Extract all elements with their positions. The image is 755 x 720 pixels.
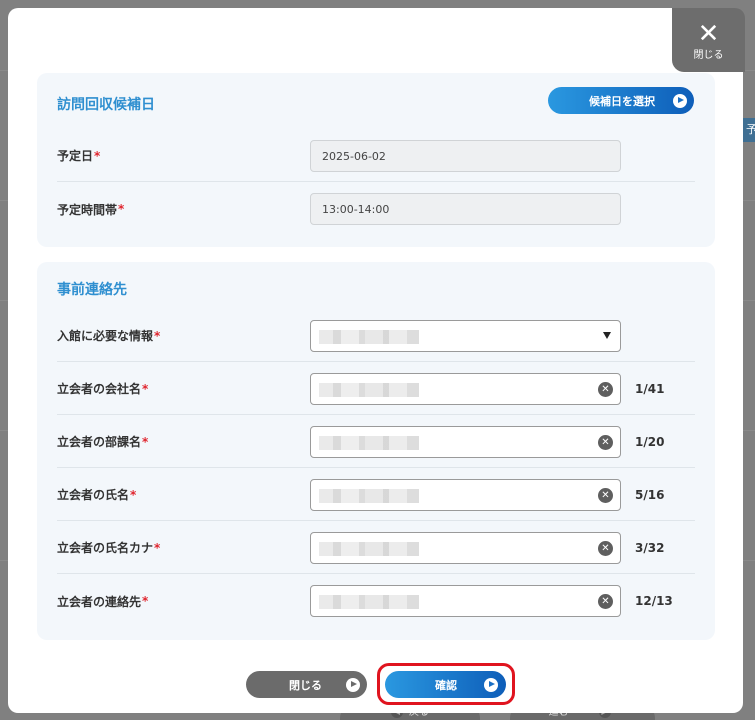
char-counter: 5/16 [635, 488, 665, 502]
form-row-department: 立会者の部課名 * ✕ 1/20 [57, 416, 695, 468]
department-label: 立会者の部課名 [57, 435, 142, 449]
required-mark: * [142, 381, 149, 396]
redacted-value [319, 383, 419, 397]
char-counter: 12/13 [635, 594, 673, 608]
close-icon: ✕ [697, 19, 720, 49]
confirm-button[interactable]: 確認 [385, 671, 506, 698]
form-row-time: 予定時間帯 * 13:00-14:00 [57, 183, 695, 235]
caret-down-icon [603, 332, 611, 339]
required-mark: * [142, 434, 149, 449]
required-mark: * [154, 328, 161, 343]
close-label: 閉じる [693, 50, 724, 61]
play-circle-icon [673, 93, 687, 108]
date-label: 予定日 [57, 149, 94, 163]
clear-icon[interactable]: ✕ [598, 435, 613, 450]
required-mark: * [154, 540, 161, 555]
background-tab: 予 [743, 118, 755, 142]
char-counter: 1/20 [635, 435, 665, 449]
phone-input[interactable]: ✕ [310, 585, 621, 617]
form-row-date: 予定日 * 2025-06-02 [57, 130, 695, 182]
redacted-value [319, 330, 419, 344]
clear-icon[interactable]: ✕ [598, 541, 613, 556]
company-input[interactable]: ✕ [310, 373, 621, 405]
redacted-value [319, 489, 419, 503]
name-kana-label: 立会者の氏名カナ [57, 541, 154, 555]
phone-label: 立会者の連絡先 [57, 594, 142, 609]
contact-section: 事前連絡先 入館に必要な情報 * 立会者の会社名 * ✕ 1/41 立会者の部課名 *… [37, 262, 715, 640]
form-row-entry-info: 入館に必要な情報 * [57, 310, 695, 362]
section-title-contact: 事前連絡先 [57, 282, 127, 298]
modal-close-button[interactable]: ✕ 閉じる [672, 8, 745, 72]
play-circle-icon [484, 677, 498, 692]
required-mark: * [130, 487, 137, 502]
form-row-name: 立会者の氏名 * ✕ 5/16 [57, 469, 695, 521]
clear-icon[interactable]: ✕ [598, 488, 613, 503]
select-candidate-date-button[interactable]: 候補日を選択 [548, 87, 694, 114]
form-row-name-kana: 立会者の氏名カナ * ✕ 3/32 [57, 522, 695, 574]
name-kana-input[interactable]: ✕ [310, 532, 621, 564]
entry-info-select[interactable] [310, 320, 621, 352]
required-mark: * [118, 202, 125, 216]
play-circle-icon [346, 677, 360, 692]
section-title-visit: 訪問回収候補日 [57, 97, 155, 113]
char-counter: 1/41 [635, 382, 665, 396]
redacted-value [319, 436, 419, 450]
name-label: 立会者の氏名 [57, 488, 130, 502]
clear-icon[interactable]: ✕ [598, 382, 613, 397]
clear-icon[interactable]: ✕ [598, 594, 613, 609]
required-mark: * [94, 148, 101, 163]
department-input[interactable]: ✕ [310, 426, 621, 458]
name-input[interactable]: ✕ [310, 479, 621, 511]
form-row-phone: 立会者の連絡先 * ✕ 12/13 [57, 575, 695, 627]
char-counter: 3/32 [635, 541, 665, 555]
time-field: 13:00-14:00 [310, 193, 621, 225]
time-label: 予定時間帯 [57, 202, 118, 217]
date-field: 2025-06-02 [310, 140, 621, 172]
redacted-value [319, 595, 419, 609]
visit-date-section: 訪問回収候補日 候補日を選択 予定日 * 2025-06-02 予定時間帯 * 13… [37, 73, 715, 247]
entry-info-label: 入館に必要な情報 [57, 329, 154, 343]
form-row-company: 立会者の会社名 * ✕ 1/41 [57, 363, 695, 415]
company-label: 立会者の会社名 [57, 382, 142, 396]
close-button[interactable]: 閉じる [246, 671, 367, 698]
redacted-value [319, 542, 419, 556]
required-mark: * [142, 594, 149, 608]
